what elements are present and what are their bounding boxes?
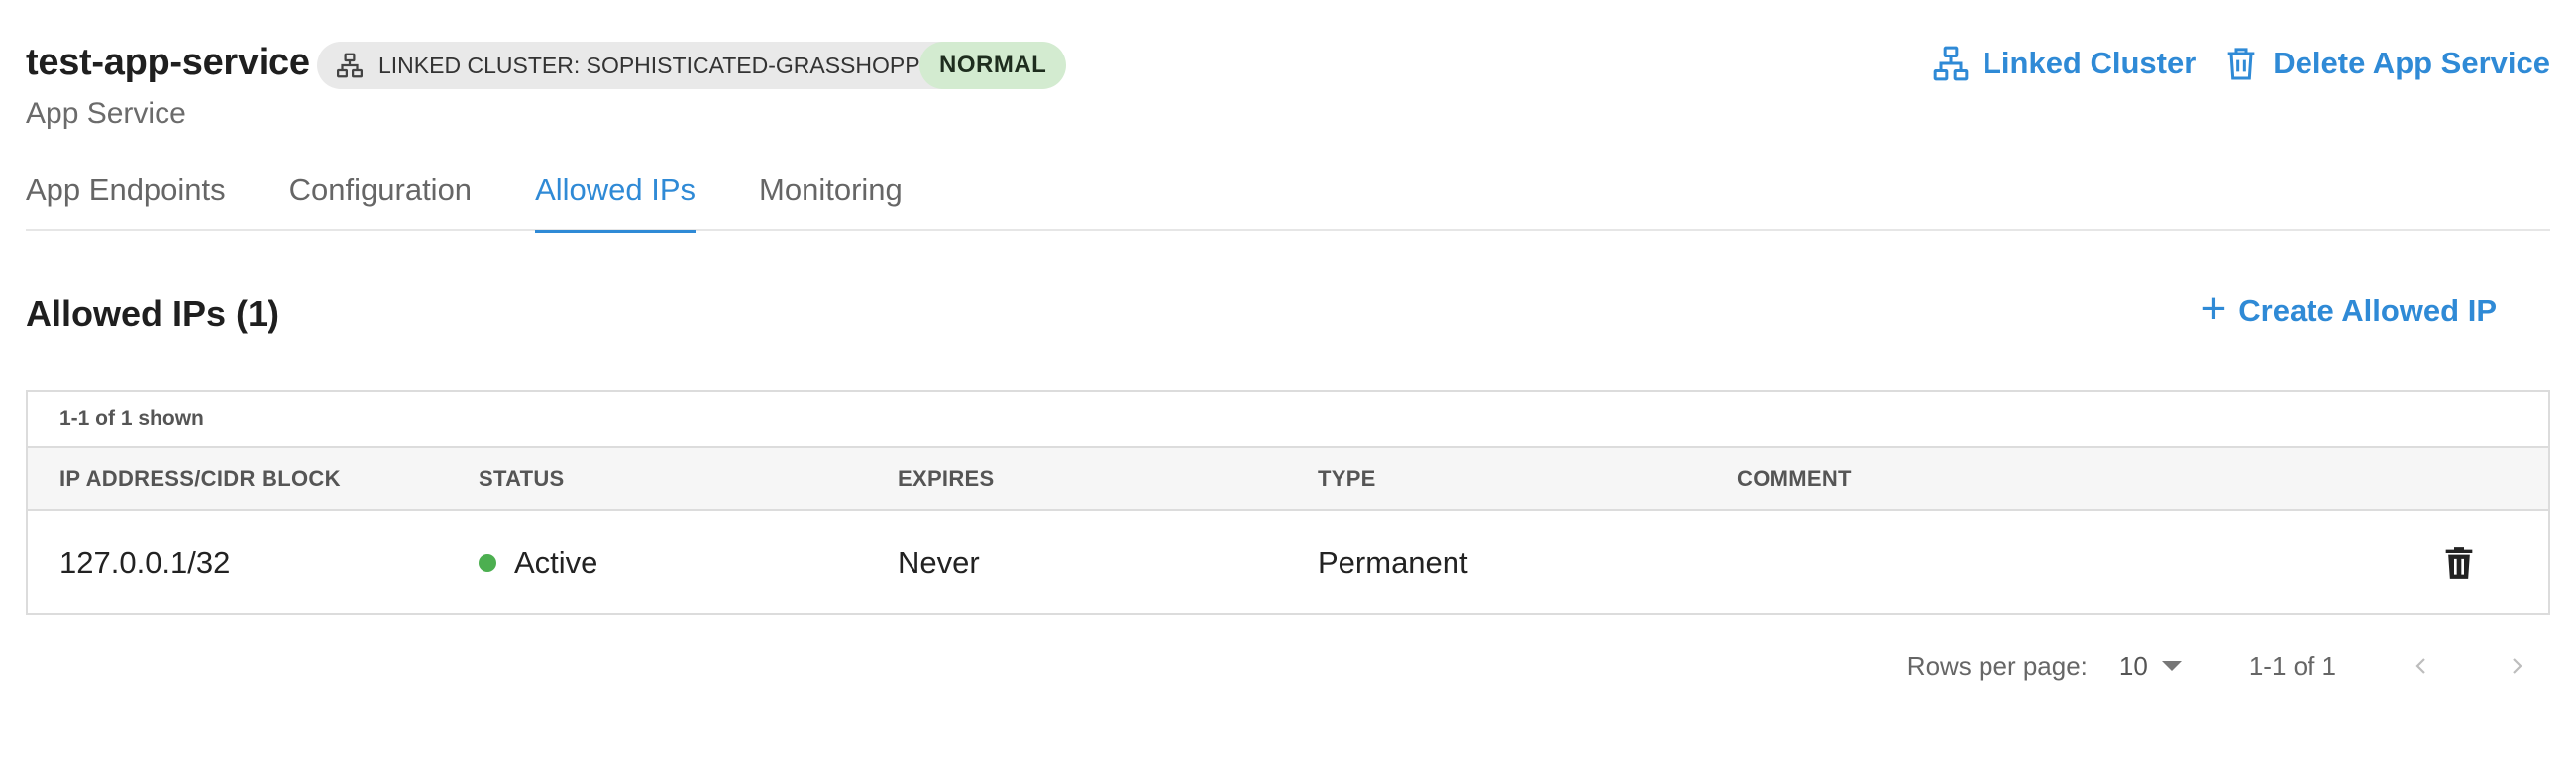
column-header-type[interactable]: TYPE	[1318, 448, 1376, 509]
linked-cluster-chip: LINKED CLUSTER: SOPHISTICATED-GRASSHOPPE…	[317, 42, 972, 89]
cell-expires: Never	[898, 544, 980, 580]
table-count: 1-1 of 1 shown	[28, 392, 2548, 448]
rows-per-page-label: Rows per page:	[1906, 650, 2088, 681]
column-header-expires[interactable]: EXPIRES	[898, 448, 994, 509]
section-title: Allowed IPs (1)	[26, 293, 280, 334]
chevron-right-icon	[2513, 658, 2522, 674]
rows-per-page-select[interactable]: 10	[2119, 651, 2182, 682]
tab-bar: App Endpoints Configuration Allowed IPs …	[26, 159, 2550, 233]
create-allowed-ip-button[interactable]: + Create Allowed IP	[2200, 284, 2497, 333]
cell-ip: 127.0.0.1/32	[59, 544, 231, 580]
table-header: IP ADDRESS/CIDR BLOCK STATUS EXPIRES TYP…	[28, 448, 2548, 511]
plus-icon: +	[2200, 284, 2227, 333]
status-dot-icon	[479, 553, 496, 572]
trash-icon	[2227, 48, 2255, 80]
delete-app-service-button-label: Delete App Service	[2273, 46, 2550, 80]
next-page-button[interactable]	[2497, 646, 2536, 686]
tab-allowed-ips[interactable]: Allowed IPs	[535, 159, 696, 233]
trash-icon[interactable]	[2439, 543, 2479, 583]
table-row: 127.0.0.1/32 Active Never Permanent	[28, 511, 2548, 613]
column-header-ip[interactable]: IP ADDRESS/CIDR BLOCK	[59, 448, 341, 509]
network-icon	[1933, 46, 1969, 81]
app-title: test-app-service	[26, 42, 310, 83]
linked-cluster-button-label: Linked Cluster	[1982, 46, 2197, 80]
previous-page-button[interactable]	[2402, 646, 2441, 686]
cell-status-label: Active	[514, 544, 598, 580]
linked-cluster-chip-label: LINKED CLUSTER: SOPHISTICATED-GRASSHOPPE…	[378, 52, 952, 78]
chevron-left-icon	[2415, 658, 2425, 674]
rows-per-page-value: 10	[2118, 650, 2148, 681]
caret-down-icon	[2161, 661, 2182, 671]
page-range: 1-1 of 1	[2248, 650, 2336, 681]
cell-status: Active	[479, 511, 597, 613]
header-actions: Linked Cluster Delete App Service	[1931, 44, 2550, 83]
page-subtitle: App Service	[26, 97, 186, 130]
pagination: Rows per page: 10 1-1 of 1	[1907, 646, 2536, 686]
tab-monitoring[interactable]: Monitoring	[759, 159, 903, 231]
delete-app-service-button[interactable]: Delete App Service	[2221, 44, 2550, 83]
column-header-status[interactable]: STATUS	[479, 448, 565, 509]
status-badge: NORMAL	[919, 42, 1067, 89]
create-allowed-ip-label: Create Allowed IP	[2238, 293, 2497, 328]
linked-cluster-button[interactable]: Linked Cluster	[1931, 44, 2196, 83]
tab-configuration[interactable]: Configuration	[289, 159, 472, 231]
network-icon	[337, 53, 363, 78]
column-header-comment[interactable]: COMMENT	[1737, 448, 1852, 509]
allowed-ips-table: 1-1 of 1 shown IP ADDRESS/CIDR BLOCK STA…	[26, 390, 2550, 615]
tab-app-endpoints[interactable]: App Endpoints	[26, 159, 226, 231]
cell-type: Permanent	[1318, 544, 1468, 580]
